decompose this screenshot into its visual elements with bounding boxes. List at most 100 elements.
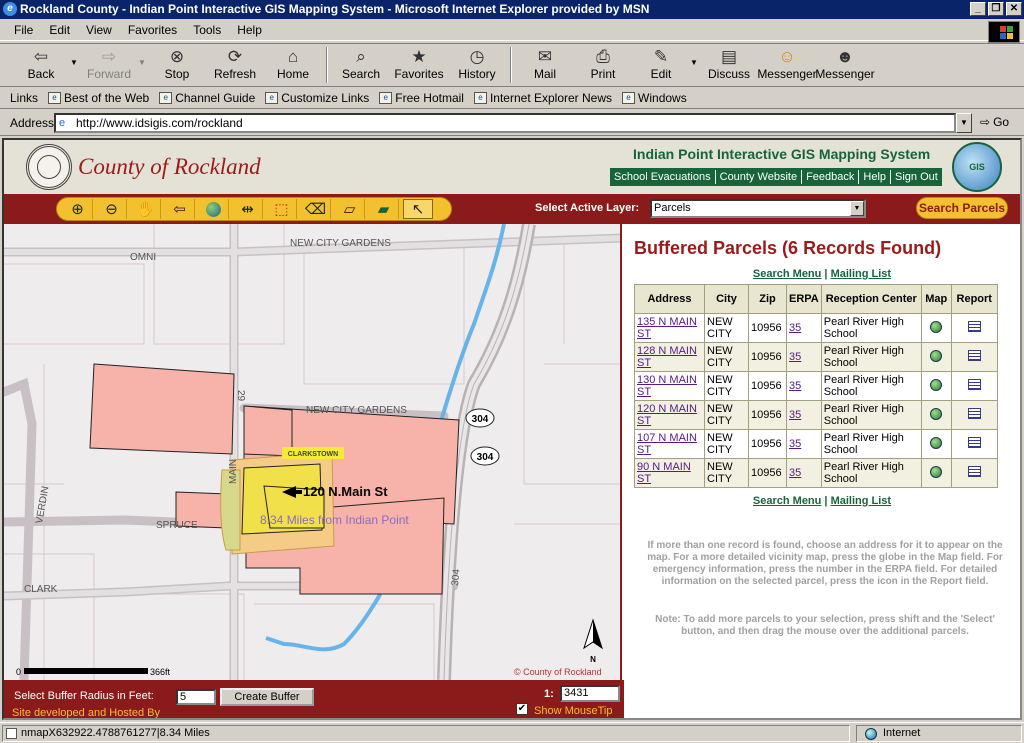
active-layer-select[interactable]: Parcels ▼: [650, 199, 866, 218]
report-icon[interactable]: [967, 321, 981, 332]
globe-map-icon[interactable]: [930, 378, 943, 391]
search-menu-link[interactable]: Search Menu: [753, 495, 821, 507]
report-icon[interactable]: [967, 437, 981, 448]
address-link[interactable]: 128 N MAIN ST: [637, 345, 697, 369]
address-link[interactable]: 107 N MAIN ST: [637, 432, 697, 456]
erpa-link[interactable]: 35: [789, 409, 801, 421]
forward-button[interactable]: ⇨ Forward: [80, 44, 138, 81]
back-dropdown[interactable]: ▼: [70, 44, 80, 67]
globe-map-icon[interactable]: [930, 465, 943, 478]
menu-favorites[interactable]: Favorites: [128, 23, 177, 37]
security-zone: Internet: [856, 725, 1022, 742]
nav-school-evacuations[interactable]: School Evacuations: [610, 170, 716, 184]
zoom-out-icon: ⊖: [105, 201, 118, 218]
erpa-link[interactable]: 35: [789, 438, 801, 450]
buffer-radius-input[interactable]: 5: [176, 689, 216, 705]
minimize-button[interactable]: _: [970, 2, 986, 16]
nav-feedback[interactable]: Feedback: [802, 170, 860, 184]
erpa-link[interactable]: 35: [789, 467, 801, 479]
rockland-gis-logo: GIS: [952, 142, 1002, 192]
reception-center-cell: Pearl River High School: [823, 374, 904, 398]
city-cell: NEW CITY: [707, 432, 733, 456]
address-input[interactable]: e http://www.idsigis.com/rockland: [54, 113, 956, 133]
discuss-button[interactable]: ▤ Discuss: [700, 44, 758, 81]
nav-help[interactable]: Help: [859, 170, 892, 184]
stop-button[interactable]: ⊗ Stop: [148, 44, 206, 81]
link-best-of-the-web[interactable]: e Best of the Web: [48, 91, 149, 105]
search-menu-link[interactable]: Search Menu: [753, 268, 821, 280]
nav-county-website[interactable]: County Website: [716, 170, 803, 184]
street-label: 29: [235, 390, 246, 402]
address-link[interactable]: 120 N MAIN ST: [637, 403, 697, 427]
messenger-button[interactable]: ☺ Messenger: [757, 44, 816, 81]
clear-tool[interactable]: ⌫: [301, 199, 331, 219]
results-title: Buffered Parcels (6 Records Found): [634, 238, 942, 258]
buffer-bar: Select Buffer Radius in Feet: 5 Create B…: [4, 680, 624, 718]
address-link[interactable]: 130 N MAIN ST: [637, 374, 697, 398]
address-link[interactable]: 90 N MAIN ST: [637, 461, 691, 485]
forward-dropdown[interactable]: ▼: [138, 44, 148, 67]
erpa-link[interactable]: 35: [789, 322, 801, 334]
pointer-icon: ↖: [411, 201, 425, 218]
zoom-in-tool[interactable]: ⊕: [63, 199, 93, 219]
link-windows[interactable]: e Windows: [622, 91, 687, 105]
close-button[interactable]: ✕: [1006, 2, 1022, 16]
go-button[interactable]: ⇨ Go: [980, 115, 1009, 129]
select-tool[interactable]: ⬚: [267, 199, 297, 219]
mail-button[interactable]: ✉ Mail: [516, 44, 574, 81]
mailing-list-link[interactable]: Mailing List: [831, 268, 892, 280]
home-button[interactable]: ⌂ Home: [264, 44, 322, 81]
menu-view[interactable]: View: [86, 23, 112, 37]
address-dropdown[interactable]: ▼: [956, 113, 972, 133]
erpa-link[interactable]: 35: [789, 351, 801, 363]
menu-help[interactable]: Help: [237, 23, 262, 37]
menu-tools[interactable]: Tools: [193, 23, 221, 37]
nav-sign-out[interactable]: Sign Out: [891, 170, 942, 184]
report-icon[interactable]: [967, 379, 981, 390]
reception-center-cell: Pearl River High School: [820, 313, 922, 343]
maximize-button[interactable]: ❐: [988, 2, 1004, 16]
mailing-list-link[interactable]: Mailing List: [831, 495, 892, 507]
back-button[interactable]: ⇦ Back: [12, 44, 70, 81]
buffer-tool[interactable]: ▰: [369, 199, 399, 219]
link-ie-news[interactable]: e Internet Explorer News: [473, 91, 612, 105]
favorites-button[interactable]: ★ Favorites: [390, 44, 448, 81]
results-links-bottom: Search Menu | Mailing List: [752, 495, 892, 507]
edit-dropdown[interactable]: ▼: [690, 44, 700, 67]
link-free-hotmail[interactable]: e Free Hotmail: [379, 91, 464, 105]
link-channel-guide[interactable]: e Channel Guide: [159, 91, 255, 105]
refresh-button[interactable]: ⟳ Refresh: [206, 44, 264, 81]
map-view[interactable]: NEW CITY GARDENS OMNI NEW CITY GARDENS M…: [4, 224, 622, 680]
report-icon[interactable]: [967, 350, 981, 361]
zoom-out-tool[interactable]: ⊖: [97, 199, 127, 219]
menu-file[interactable]: File: [14, 23, 33, 37]
erpa-link[interactable]: 35: [789, 380, 801, 392]
pan-tool[interactable]: ✋: [131, 199, 161, 219]
menu-edit[interactable]: Edit: [49, 23, 70, 37]
search-parcels-button[interactable]: Search Parcels: [916, 197, 1008, 219]
back-extent-tool[interactable]: ⇦: [165, 199, 195, 219]
edit-button[interactable]: ✎ Edit: [632, 44, 690, 81]
globe-map-icon[interactable]: [930, 407, 943, 420]
full-extent-tool[interactable]: [199, 199, 229, 219]
measure-tool[interactable]: ⇹: [233, 199, 263, 219]
address-link[interactable]: 135 N MAIN ST: [637, 316, 697, 340]
report-cell: [950, 458, 998, 488]
zip-cell: 10956: [751, 380, 782, 392]
create-buffer-button[interactable]: Create Buffer: [220, 688, 314, 706]
link-customize-links[interactable]: e Customize Links: [265, 91, 369, 105]
layers-tool[interactable]: ▱: [335, 199, 365, 219]
globe-map-icon[interactable]: [930, 349, 943, 362]
pointer-tool[interactable]: ↖: [403, 199, 433, 219]
globe-map-icon[interactable]: [930, 320, 943, 333]
search-button[interactable]: ⌕ Search: [332, 44, 390, 81]
show-mousetip-checkbox[interactable]: ✔: [516, 703, 528, 715]
print-button[interactable]: ⎙ Print: [574, 44, 632, 81]
report-icon[interactable]: [967, 408, 981, 419]
scale-input[interactable]: 3431: [560, 685, 620, 702]
history-button[interactable]: ◷ History: [448, 44, 506, 81]
messenger-button-2[interactable]: ☻ Messenger: [815, 44, 874, 81]
globe-map-icon[interactable]: [930, 436, 943, 449]
window-title: Rockland County - Indian Point Interacti…: [20, 2, 650, 16]
report-icon[interactable]: [967, 466, 981, 477]
